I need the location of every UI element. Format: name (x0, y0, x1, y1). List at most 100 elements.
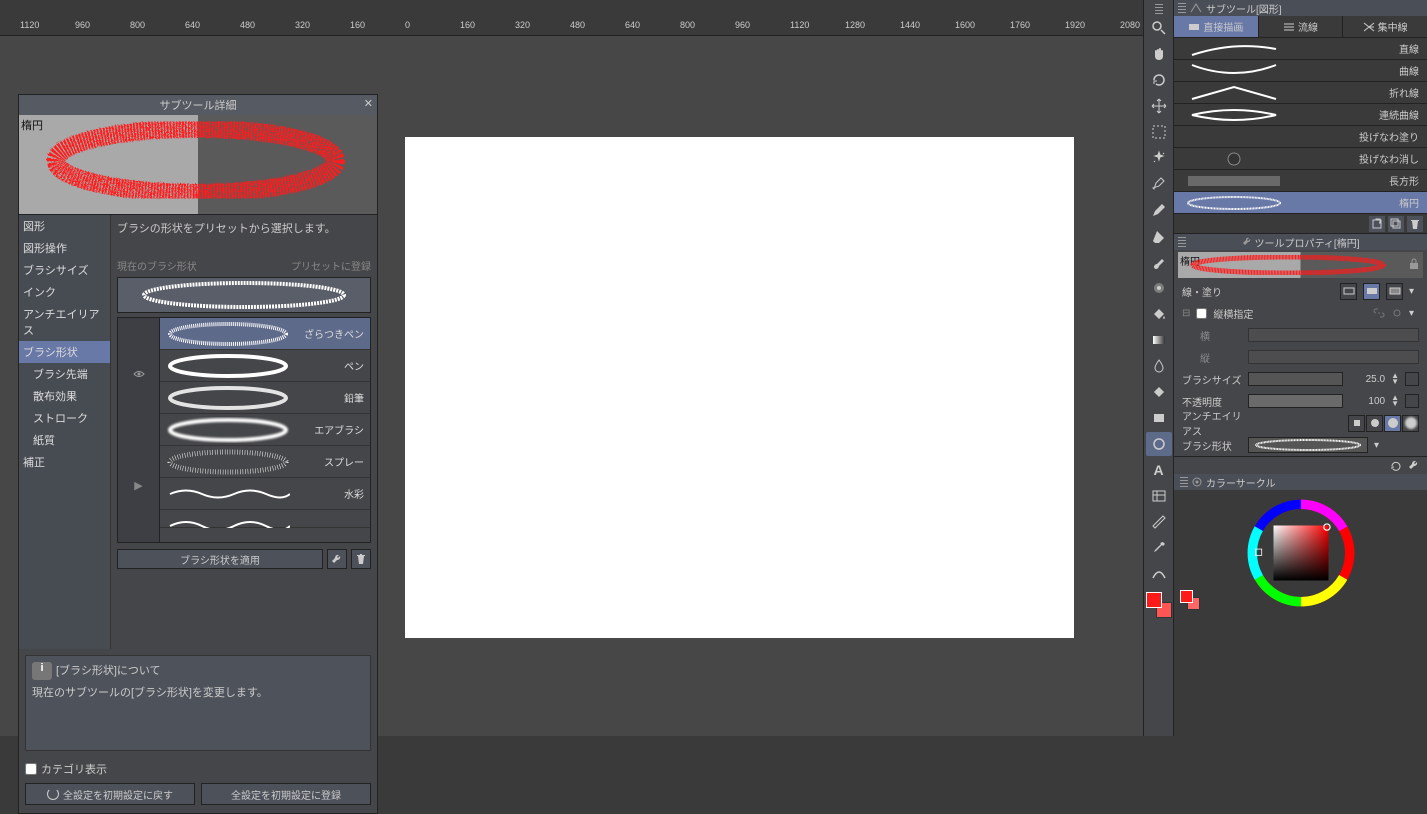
brush-preset-item[interactable]: ざらつきペン (160, 318, 370, 350)
canvas[interactable] (405, 137, 1074, 638)
eyedropper-tool-icon[interactable] (1146, 536, 1172, 560)
category-item[interactable]: 図形操作 (19, 237, 110, 259)
delete-subtool-icon[interactable] (1407, 216, 1423, 232)
fill-mode-outline[interactable] (1340, 283, 1357, 300)
reset-icon[interactable] (1389, 459, 1403, 473)
wrench-icon[interactable] (327, 549, 347, 569)
trash-icon[interactable] (351, 549, 371, 569)
zoom-tool-icon[interactable] (1146, 16, 1172, 40)
preset-visibility-track[interactable]: ▶ (117, 317, 159, 543)
aspect-checkbox[interactable] (1196, 308, 1207, 319)
new-subtool-icon[interactable] (1369, 216, 1385, 232)
gear-icon[interactable] (1391, 307, 1403, 319)
category-item[interactable]: インク (19, 281, 110, 303)
color-wheel[interactable] (1231, 498, 1371, 608)
register-preset-label[interactable]: プリセットに登録 (291, 258, 371, 273)
dropdown-icon[interactable]: ▾ (1374, 440, 1384, 451)
brush-size-slider[interactable] (1248, 372, 1343, 386)
dialog-titlebar[interactable]: サブツール詳細 ✕ (19, 95, 377, 115)
hand-tool-icon[interactable] (1146, 42, 1172, 66)
brush-tool-icon[interactable] (1146, 250, 1172, 274)
subtool-item[interactable]: 連続曲線 (1174, 104, 1427, 126)
link-icon[interactable] (1373, 307, 1385, 319)
marquee-tool-icon[interactable] (1146, 120, 1172, 144)
subtool-item[interactable]: 投げなわ塗り (1174, 126, 1427, 148)
frame-tool-icon[interactable] (1146, 484, 1172, 508)
color-panel-header[interactable]: カラーサークル (1174, 474, 1427, 490)
stepper-icon[interactable]: ▲▼ (1391, 373, 1399, 385)
brush-preset-item[interactable]: 鉛筆 (160, 382, 370, 414)
stepper-icon[interactable]: ▲▼ (1391, 395, 1399, 407)
canvas-area[interactable]: サブツール詳細 ✕ 楕円 図形図形操作ブラシサイズインクアンチエイリアスブラシ形… (0, 36, 1143, 736)
dropdown-icon[interactable]: ▾ (1409, 308, 1419, 319)
pen-tool-icon[interactable] (1146, 172, 1172, 196)
category-item[interactable]: 紙質 (19, 429, 110, 451)
register-all-button[interactable]: 全設定を初期設定に登録 (201, 783, 371, 805)
aa-option-strong[interactable] (1402, 415, 1419, 432)
category-item[interactable]: 散布効果 (19, 385, 110, 407)
airbrush-tool-icon[interactable] (1146, 276, 1172, 300)
close-icon[interactable]: ✕ (364, 97, 373, 110)
fill-mode-both[interactable] (1386, 283, 1403, 300)
blend-tool-icon[interactable] (1146, 354, 1172, 378)
category-item[interactable]: ブラシ形状 (19, 341, 110, 363)
pressure-button[interactable] (1405, 394, 1419, 408)
category-item[interactable]: ストローク (19, 407, 110, 429)
brush-preset-item[interactable]: エアブラシ (160, 414, 370, 446)
triangle-right-icon[interactable]: ▶ (134, 479, 142, 492)
text-tool-icon[interactable]: A (1146, 458, 1172, 482)
show-category-checkbox[interactable]: カテゴリ表示 (25, 761, 371, 777)
category-item[interactable]: ブラシサイズ (19, 259, 110, 281)
eraser-tool-icon[interactable] (1146, 224, 1172, 248)
subtool-panel-header[interactable]: サブツール[図形] (1174, 0, 1427, 16)
tool-property-header[interactable]: ツールプロパティ[楕円] (1174, 234, 1427, 250)
gradient-tool-icon[interactable] (1146, 328, 1172, 352)
wrench-icon[interactable] (1407, 459, 1421, 473)
correction-tool-icon[interactable] (1146, 562, 1172, 586)
opacity-slider[interactable] (1248, 394, 1343, 408)
panel-grip[interactable] (1178, 237, 1186, 247)
subtool-tab[interactable]: 集中線 (1343, 16, 1427, 37)
pencil-tool-icon[interactable] (1146, 198, 1172, 222)
ellipse-tool-icon[interactable] (1146, 432, 1172, 456)
aa-option-weak[interactable] (1366, 415, 1383, 432)
rect-tool-icon[interactable] (1146, 406, 1172, 430)
brush-size-value[interactable]: 25.0 (1349, 374, 1385, 385)
aa-option-mid[interactable] (1384, 415, 1401, 432)
category-item[interactable]: ブラシ先端 (19, 363, 110, 385)
lock-icon[interactable] (1409, 258, 1419, 270)
subtool-item[interactable]: 楕円 (1174, 192, 1427, 214)
panel-grip[interactable] (1178, 3, 1186, 13)
fill-mode-fill[interactable] (1363, 283, 1380, 300)
subtool-tab[interactable]: 直接描画 (1174, 16, 1259, 37)
foreground-color-swatch[interactable] (1146, 592, 1162, 608)
brush-preset-item[interactable]: 水彩 (160, 478, 370, 510)
show-category-input[interactable] (25, 763, 37, 775)
subtool-item[interactable]: 投げなわ消し (1174, 148, 1427, 170)
subtool-tab[interactable]: 流線 (1259, 16, 1344, 37)
category-item[interactable]: 補正 (19, 451, 110, 473)
move-tool-icon[interactable] (1146, 94, 1172, 118)
pressure-button[interactable] (1405, 372, 1419, 386)
bucket-tool-icon[interactable] (1146, 302, 1172, 326)
eye-icon[interactable] (133, 368, 145, 380)
color-panel-swatch[interactable] (1180, 590, 1200, 610)
category-item[interactable]: アンチエイリアス (19, 303, 110, 341)
brush-preset-item[interactable]: ペン (160, 350, 370, 382)
duplicate-subtool-icon[interactable] (1388, 216, 1404, 232)
category-item[interactable]: 図形 (19, 215, 110, 237)
reset-all-button[interactable]: 全設定を初期設定に戻す (25, 783, 195, 805)
brush-preset-item[interactable] (160, 510, 370, 528)
color-swatch[interactable] (1146, 592, 1172, 618)
panel-grip[interactable] (1155, 4, 1163, 14)
dropdown-icon[interactable]: ▾ (1409, 286, 1419, 297)
subtool-item[interactable]: 曲線 (1174, 60, 1427, 82)
subtool-item[interactable]: 長方形 (1174, 170, 1427, 192)
opacity-value[interactable]: 100 (1349, 396, 1385, 407)
ruler-tool-icon[interactable] (1146, 510, 1172, 534)
rotate-tool-icon[interactable] (1146, 68, 1172, 92)
subtool-item[interactable]: 折れ線 (1174, 82, 1427, 104)
brush-preset-item[interactable]: スプレー (160, 446, 370, 478)
expand-icon[interactable]: ⊟ (1182, 308, 1190, 319)
aa-option-none[interactable] (1348, 415, 1365, 432)
